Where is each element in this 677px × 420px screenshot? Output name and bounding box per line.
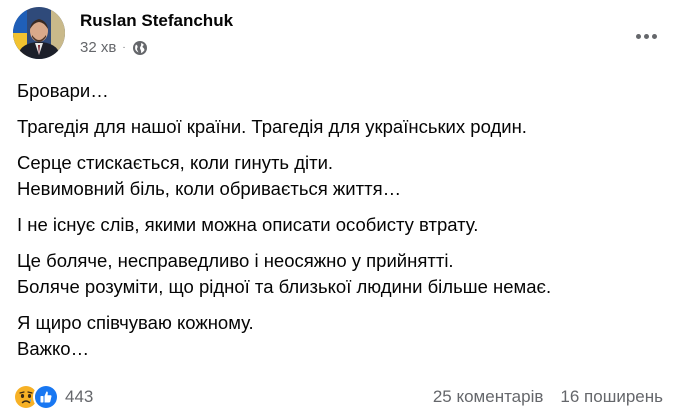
more-options-button[interactable] [629, 19, 663, 53]
like-reaction-icon [33, 384, 59, 410]
text-line: Важко… [17, 338, 90, 359]
reaction-count: 443 [65, 387, 94, 406]
author-name[interactable]: Ruslan Stefanchuk [80, 11, 233, 31]
text-line: Це боляче, несправедливо і неосяжно у пр… [17, 250, 454, 271]
facebook-post: Ruslan Stefanchuk 32 хв · Бровари… Траге… [0, 0, 677, 420]
paragraph: Серце стискається, коли гинуть діти. Нев… [17, 150, 657, 202]
meta-separator: · [122, 42, 126, 53]
dot-3 [651, 33, 657, 39]
post-timestamp[interactable]: 32 хв [80, 39, 116, 56]
shares-count-link[interactable]: 16 поширень [560, 387, 663, 407]
author-avatar[interactable] [13, 7, 65, 59]
text-line: Серце стискається, коли гинуть діти. [17, 152, 334, 173]
post-stats: 25 коментарів 16 поширень [433, 387, 663, 407]
paragraph: Це боляче, несправедливо і неосяжно у пр… [17, 248, 657, 300]
post-text: Бровари… Трагедія для нашої країни. Траг… [17, 78, 657, 372]
paragraph: Бровари… [17, 78, 657, 104]
dot-2 [643, 33, 649, 39]
globe-icon[interactable] [132, 40, 148, 56]
post-meta: 32 хв · [80, 39, 148, 56]
post-footer: 443 25 коментарів 16 поширень [13, 384, 663, 414]
text-line: Бровари… [17, 80, 109, 101]
paragraph: І не існує слів, якими можна описати осо… [17, 212, 657, 238]
paragraph: Трагедія для нашої країни. Трагедія для … [17, 114, 657, 140]
text-line: Трагедія для нашої країни. Трагедія для … [17, 116, 527, 137]
text-line: Боляче розуміти, що рідної та близької л… [17, 276, 552, 297]
dot-1 [635, 33, 641, 39]
text-line: І не існує слів, якими можна описати осо… [17, 214, 479, 235]
paragraph: Я щиро співчуваю кожному. Важко… [17, 310, 657, 362]
text-line: Невимовний біль, коли обривається життя… [17, 178, 402, 199]
comments-count-link[interactable]: 25 коментарів [433, 387, 544, 407]
post-header: Ruslan Stefanchuk 32 хв · [13, 7, 663, 63]
text-line: Я щиро співчуваю кожному. [17, 312, 254, 333]
reactions-summary[interactable]: 443 [13, 384, 93, 410]
